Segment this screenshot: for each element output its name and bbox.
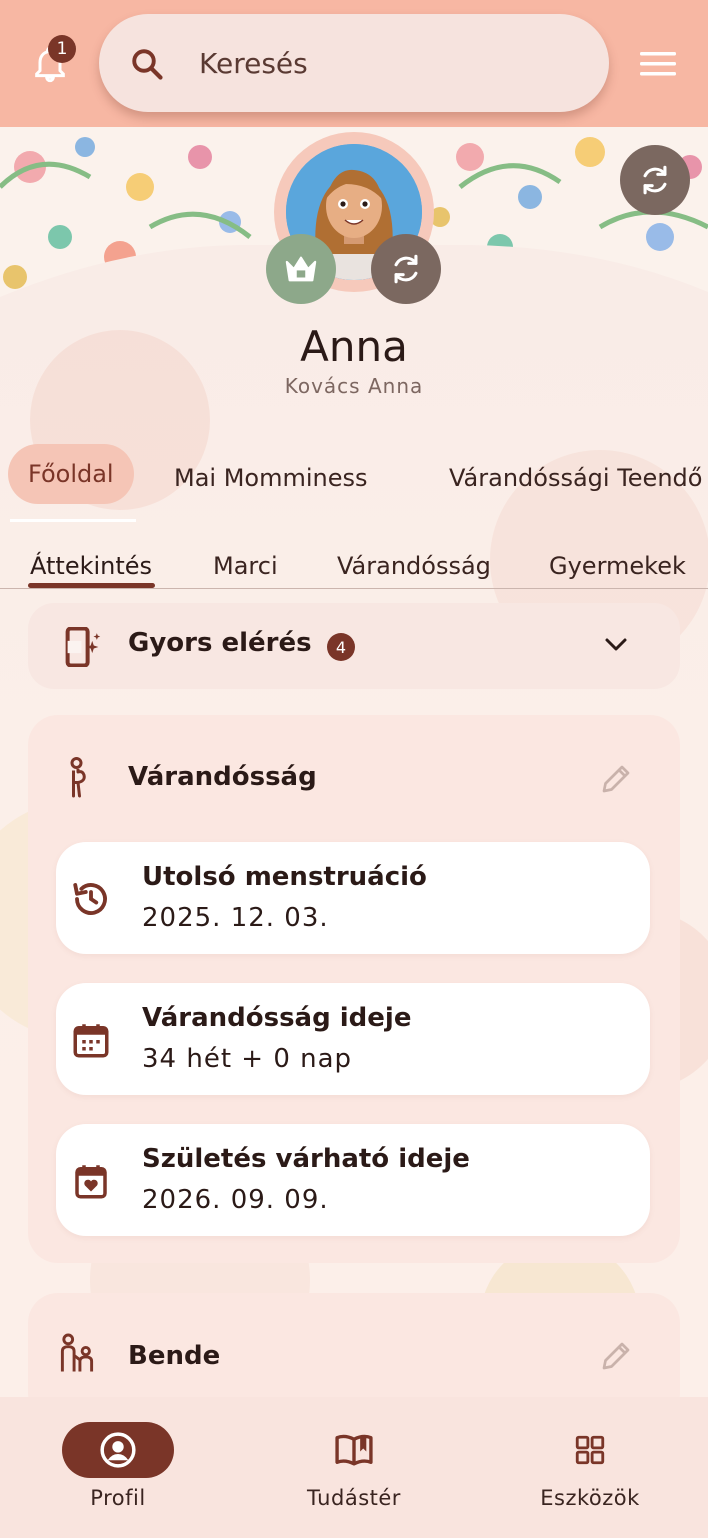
nav-icon-wrap bbox=[570, 1430, 610, 1470]
tab-fooldal[interactable]: Főoldal bbox=[8, 444, 134, 504]
item-title: Várandósság ideje bbox=[142, 1003, 412, 1033]
tab-varandossag[interactable]: Várandósság bbox=[337, 552, 491, 580]
top-app-bar: 1 bbox=[0, 0, 708, 127]
pregnancy-duration-item[interactable]: Várandósság ideje 34 hét + 0 nap bbox=[56, 983, 650, 1095]
nav-label: Profil bbox=[90, 1486, 146, 1510]
pregnancy-card: Várandósság Utolsó menstruáció 2025. 12.… bbox=[28, 715, 680, 1263]
change-cover-button[interactable] bbox=[620, 145, 690, 215]
calendar-icon bbox=[73, 1024, 109, 1058]
parent-child-icon bbox=[60, 1333, 94, 1372]
tab-varandossagi-teendok[interactable]: Várandóssági Teendő bbox=[449, 452, 702, 504]
tab-divider bbox=[0, 588, 708, 589]
edit-pencil-icon[interactable] bbox=[598, 761, 634, 797]
refresh-icon bbox=[643, 165, 667, 195]
tab-attekintes[interactable]: Áttekintés bbox=[30, 552, 152, 580]
nav-active-pill bbox=[62, 1422, 174, 1478]
tab-marci[interactable]: Marci bbox=[213, 552, 278, 580]
nav-label: Tudástér bbox=[307, 1486, 401, 1510]
change-avatar-button[interactable] bbox=[371, 234, 441, 304]
refresh-icon bbox=[394, 254, 418, 284]
tab-gyermekek[interactable]: Gyermekek bbox=[549, 552, 686, 580]
calendar-heart-icon bbox=[75, 1165, 107, 1199]
pregnancy-card-title: Várandósság bbox=[128, 762, 317, 792]
bende-card-title: Bende bbox=[128, 1341, 221, 1371]
nav-tudaster[interactable]: Tudástér bbox=[236, 1397, 472, 1538]
nav-label: Eszközök bbox=[540, 1486, 640, 1510]
grid-icon bbox=[575, 1435, 605, 1465]
quick-access-count-badge: 4 bbox=[327, 633, 355, 661]
crown-icon bbox=[285, 256, 317, 282]
quick-access-panel[interactable]: Gyors elérés 4 bbox=[28, 603, 680, 689]
premium-crown-button[interactable] bbox=[266, 234, 336, 304]
hamburger-menu-icon[interactable] bbox=[640, 50, 676, 78]
history-icon bbox=[73, 883, 107, 915]
quick-access-title: Gyors elérés bbox=[128, 628, 312, 658]
book-icon bbox=[335, 1434, 373, 1466]
search-input[interactable] bbox=[197, 40, 577, 86]
nav-icon-wrap bbox=[334, 1430, 374, 1470]
item-title: Születés várható ideje bbox=[142, 1144, 470, 1174]
last-period-item[interactable]: Utolsó menstruáció 2025. 12. 03. bbox=[56, 842, 650, 954]
item-title: Utolsó menstruáció bbox=[142, 862, 427, 892]
notification-badge: 1 bbox=[48, 35, 76, 63]
chevron-down-icon[interactable] bbox=[604, 635, 628, 655]
edit-pencil-icon[interactable] bbox=[598, 1338, 634, 1374]
due-date-item[interactable]: Születés várható ideje 2026. 09. 09. bbox=[56, 1124, 650, 1236]
item-value: 2025. 12. 03. bbox=[142, 903, 329, 933]
phone-sparkle-icon bbox=[65, 627, 101, 667]
nav-profil[interactable]: Profil bbox=[0, 1397, 236, 1538]
item-value: 34 hét + 0 nap bbox=[142, 1044, 353, 1074]
search-bar[interactable] bbox=[99, 14, 609, 112]
profile-full-name: Kovács Anna bbox=[284, 374, 424, 398]
item-value: 2026. 09. 09. bbox=[142, 1185, 329, 1215]
profile-icon bbox=[100, 1432, 136, 1468]
profile-name: Anna bbox=[300, 322, 408, 371]
tab-mai-momminess[interactable]: Mai Momminess bbox=[174, 452, 368, 504]
search-icon bbox=[132, 49, 163, 80]
nav-eszkozok[interactable]: Eszközök bbox=[472, 1397, 708, 1538]
bottom-navigation: Profil Tudástér Eszközök bbox=[0, 1397, 708, 1538]
pregnant-woman-icon bbox=[70, 757, 86, 798]
tab-indicator bbox=[10, 519, 136, 522]
